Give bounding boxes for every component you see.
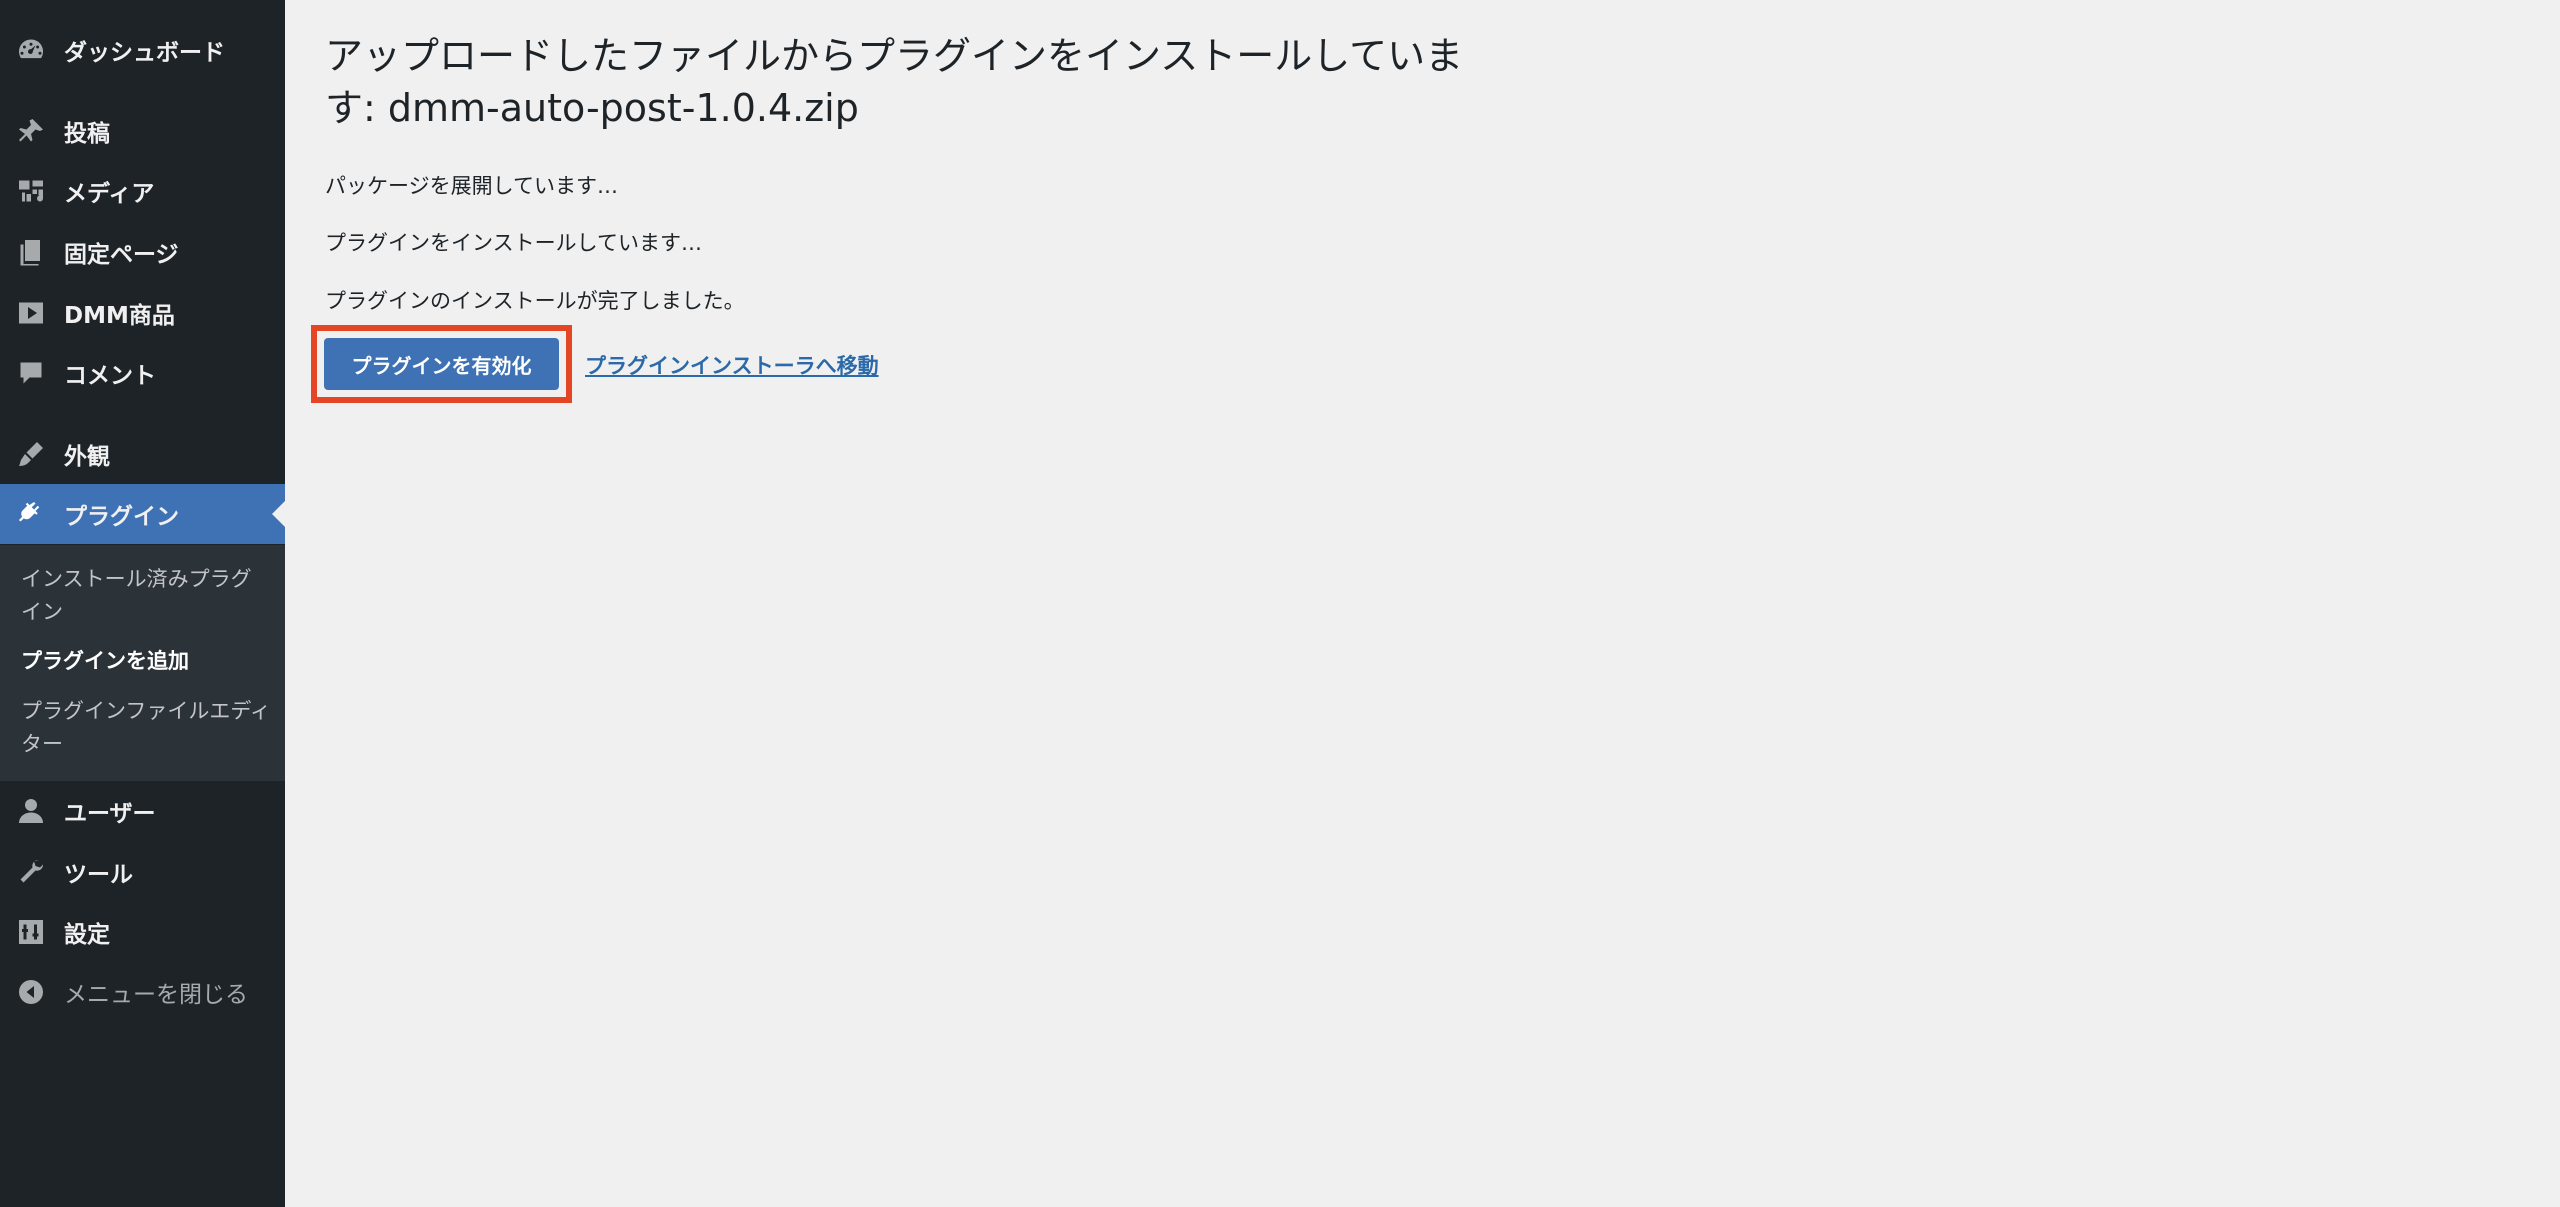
status-message-unpacking: パッケージを展開しています… (325, 174, 618, 198)
page-title: アップロードしたファイルからプラグインをインストールしています: dmm-aut… (325, 34, 1464, 130)
menu-item-dashboard[interactable]: ダッシュボード (0, 20, 285, 80)
pin-icon (16, 116, 46, 146)
admin-sidebar: ダッシュボード 投稿 メディア 固定ページ DMM商品 コメント 外観 プラグイ… (0, 0, 285, 1207)
menu-item-label: ツール (64, 862, 133, 888)
menu-item-posts[interactable]: 投稿 (0, 101, 285, 161)
menu-item-dmm-products[interactable]: DMM商品 (0, 283, 285, 343)
menu-item-tools[interactable]: ツール (0, 842, 285, 902)
menu-item-media[interactable]: メディア (0, 161, 285, 221)
plugin-icon (16, 499, 46, 529)
collapse-icon (16, 977, 46, 1007)
submenu-add-plugin[interactable]: プラグインを追加 (21, 645, 271, 678)
activate-plugin-button[interactable]: プラグインを有効化 (324, 338, 559, 390)
settings-icon (16, 917, 46, 947)
menu-item-comments[interactable]: コメント (0, 343, 285, 403)
menu-item-plugins[interactable]: プラグイン (0, 484, 285, 544)
status-message-installing: プラグインをインストールしています… (325, 231, 702, 255)
status-message-complete: プラグインのインストールが完了しました。 (325, 289, 745, 313)
menu-item-label: ダッシュボード (64, 40, 225, 66)
menu-item-label: 外観 (64, 444, 110, 470)
menu-item-label: DMM商品 (64, 303, 175, 329)
plugin-installer-link[interactable]: プラグインインストーラへ移動 (585, 350, 879, 380)
pages-icon (16, 237, 46, 267)
user-icon (16, 796, 46, 826)
current-menu-arrow (272, 501, 285, 527)
submenu-plugin-file-editor[interactable]: プラグインファイルエディター (21, 695, 271, 761)
menu-item-pages[interactable]: 固定ページ (0, 222, 285, 282)
menu-item-label: ユーザー (64, 801, 156, 827)
wrench-icon (16, 857, 46, 887)
plugins-submenu: インストール済みプラグイン プラグインを追加 プラグインファイルエディター (0, 545, 285, 781)
menu-item-label: 固定ページ (64, 242, 179, 268)
comment-icon (16, 358, 46, 388)
dashboard-icon (16, 35, 46, 65)
media-icon (16, 176, 46, 206)
play-icon (16, 298, 46, 328)
brush-icon (16, 439, 46, 469)
menu-item-label: コメント (64, 363, 156, 389)
menu-item-label: メディア (64, 181, 155, 207)
menu-item-label: 設定 (64, 922, 110, 948)
menu-item-users[interactable]: ユーザー (0, 781, 285, 841)
menu-item-label: プラグイン (64, 504, 179, 530)
main-content: アップロードしたファイルからプラグインをインストールしています: dmm-aut… (285, 0, 2560, 1207)
menu-item-appearance[interactable]: 外観 (0, 424, 285, 484)
collapse-menu-button[interactable]: メニューを閉じる (0, 962, 285, 1022)
menu-item-label: 投稿 (64, 121, 110, 147)
submenu-installed-plugins[interactable]: インストール済みプラグイン (21, 563, 271, 629)
menu-item-label: メニューを閉じる (64, 982, 248, 1008)
menu-item-settings[interactable]: 設定 (0, 902, 285, 962)
